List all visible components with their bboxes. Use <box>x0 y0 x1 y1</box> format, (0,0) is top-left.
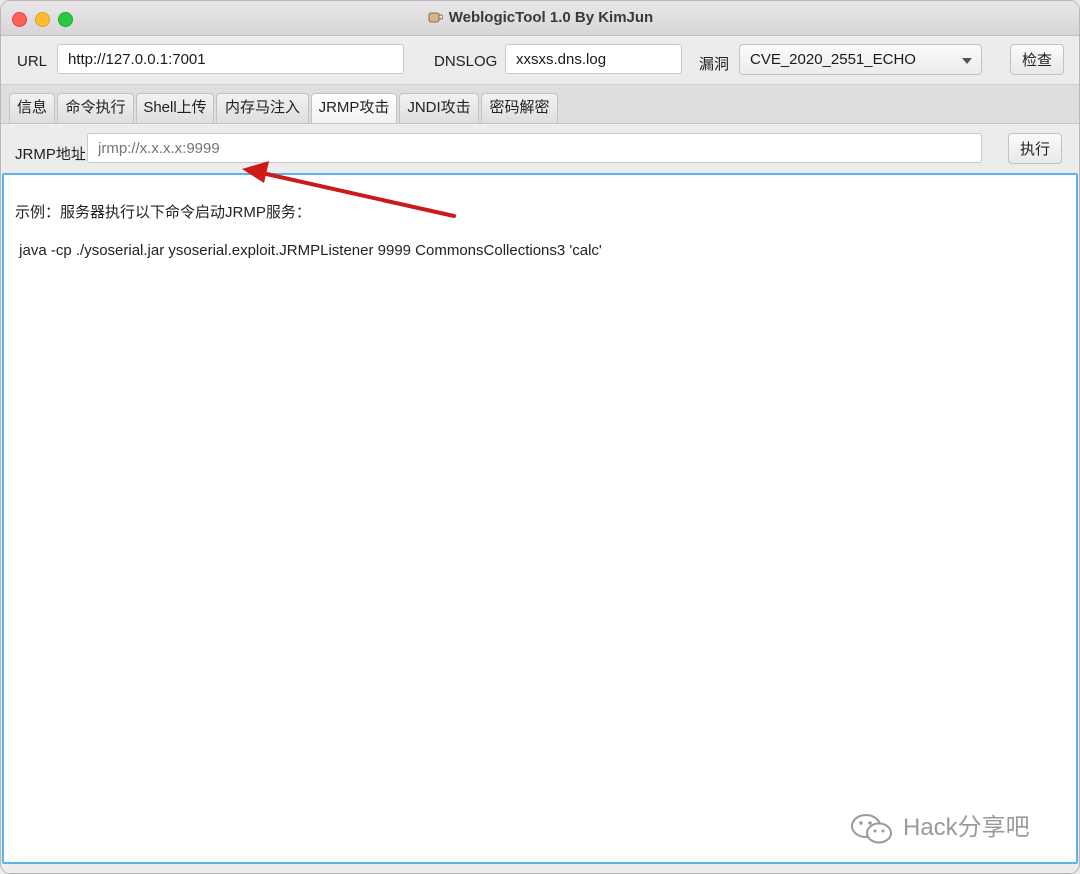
tab-command-exec[interactable]: 命令执行 <box>57 93 134 123</box>
toolbar: URL DNSLOG 漏洞 CVE_2020_2551_ECHO 检查 <box>1 36 1079 85</box>
tab-jrmp-attack[interactable]: JRMP攻击 <box>311 93 397 123</box>
window-title-text: WeblogicTool 1.0 By KimJun <box>448 9 654 26</box>
watermark: Hack分享吧 <box>849 813 1049 845</box>
url-label: URL <box>17 53 48 70</box>
jrmp-address-label: JRMP地址 <box>15 146 86 163</box>
output-area[interactable]: 示例：服务器执行以下命令启动JRMP服务： java -cp ./ysoseri… <box>2 173 1078 864</box>
app-window: WeblogicTool 1.0 By KimJun URL DNSLOG 漏洞… <box>0 0 1080 874</box>
chevron-down-icon <box>962 58 972 64</box>
dnslog-input[interactable] <box>505 44 682 74</box>
coffee-cup-icon <box>428 12 443 23</box>
output-line-2: java -cp ./ysoserial.jar ysoserial.explo… <box>15 242 602 259</box>
tab-password-decrypt[interactable]: 密码解密 <box>481 93 558 123</box>
watermark-text: Hack分享吧 <box>903 814 1030 841</box>
tab-memshell-inject[interactable]: 内存马注入 <box>216 93 309 123</box>
window-title: WeblogicTool 1.0 By KimJun <box>1 1 1079 35</box>
vuln-select[interactable]: CVE_2020_2551_ECHO <box>739 44 982 75</box>
tab-shell-upload[interactable]: Shell上传 <box>136 93 214 123</box>
url-input[interactable] <box>57 44 404 74</box>
dnslog-label: DNSLOG <box>434 53 498 70</box>
wechat-icon <box>851 814 892 844</box>
vuln-label: 漏洞 <box>699 56 730 73</box>
tab-jndi-attack[interactable]: JNDI攻击 <box>399 93 479 123</box>
vuln-select-value: CVE_2020_2551_ECHO <box>750 51 916 68</box>
execute-button[interactable]: 执行 <box>1008 133 1062 164</box>
window-bottom-edge <box>1 865 1079 873</box>
annotation-arrow <box>242 161 456 218</box>
title-bar[interactable]: WeblogicTool 1.0 By KimJun <box>1 1 1079 36</box>
check-button[interactable]: 检查 <box>1010 44 1064 75</box>
tab-bar: 信息 命令执行 Shell上传 内存马注入 JRMP攻击 JNDI攻击 密码解密 <box>1 85 1079 124</box>
jrmp-address-input[interactable] <box>87 133 982 163</box>
tab-info[interactable]: 信息 <box>9 93 55 123</box>
jrmp-address-row: JRMP地址 执行 <box>1 124 1079 172</box>
